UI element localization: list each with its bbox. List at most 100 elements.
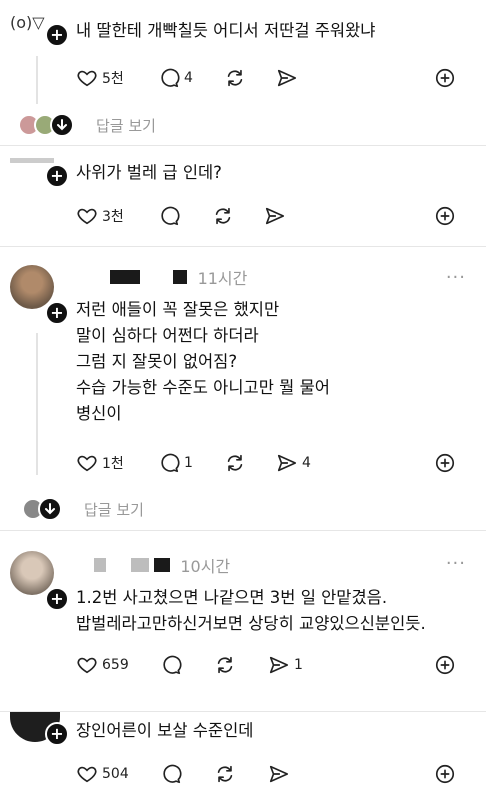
like-button[interactable]: 3천 bbox=[76, 204, 124, 228]
like-button[interactable]: 5천 bbox=[76, 66, 124, 90]
follow-plus-icon[interactable]: + bbox=[45, 164, 69, 188]
repost-button[interactable] bbox=[214, 653, 240, 677]
quote-add-button[interactable] bbox=[434, 653, 456, 677]
plus-circle-icon bbox=[435, 68, 455, 88]
like-button[interactable]: 659 bbox=[76, 653, 129, 677]
comment-post: (o)▽ + 내 딸한테 개빡칠듯 어디서 저딴걸 주워왔냐 5천 4 답글 보… bbox=[0, 0, 486, 145]
avatar[interactable] bbox=[10, 265, 54, 309]
send-icon bbox=[277, 454, 297, 472]
view-replies-label: 답글 보기 bbox=[96, 116, 156, 135]
follow-plus-icon[interactable]: + bbox=[45, 722, 69, 746]
plus-circle-icon bbox=[435, 453, 455, 473]
comment-post: + 11시간 ··· 저런 애들이 꼭 잘못은 했지만 말이 심하다 어쩐다 하… bbox=[0, 247, 486, 530]
action-bar: 504 bbox=[76, 762, 476, 786]
heart-icon bbox=[77, 455, 97, 472]
quote-add-button[interactable] bbox=[434, 204, 456, 228]
share-button[interactable]: 4 bbox=[276, 451, 311, 475]
comment-button[interactable]: 4 bbox=[158, 66, 193, 90]
redacted-badge bbox=[153, 558, 170, 572]
comment-bubble-icon bbox=[161, 206, 180, 226]
comment-text: 내 딸한테 개빡칠듯 어디서 저딴걸 주워왔냐 bbox=[76, 21, 376, 40]
svg-text:(o)▽: (o)▽ bbox=[10, 13, 45, 32]
quote-add-button[interactable] bbox=[434, 66, 456, 90]
comment-button[interactable] bbox=[160, 653, 186, 677]
quote-add-button[interactable] bbox=[434, 762, 456, 786]
share-count: 4 bbox=[302, 455, 311, 471]
comment-bubble-icon bbox=[163, 655, 182, 675]
redacted-badge bbox=[172, 270, 187, 284]
redacted-username bbox=[130, 558, 149, 572]
plus-circle-icon bbox=[435, 764, 455, 784]
like-button[interactable]: 1천 bbox=[76, 451, 124, 475]
thread-line bbox=[36, 333, 38, 475]
action-bar: 1천 1 4 bbox=[76, 451, 476, 475]
comment-text: 저런 애들이 꼭 잘못은 했지만 말이 심하다 어쩐다 하더라 그럼 지 잘못이… bbox=[76, 300, 330, 423]
repost-icon bbox=[227, 69, 243, 87]
author-line: 10시간 bbox=[76, 553, 230, 577]
like-count: 504 bbox=[102, 766, 129, 782]
like-count: 1천 bbox=[102, 456, 124, 472]
comment-post: + 사위가 벌레 급 인데? 3천 bbox=[0, 146, 486, 246]
repost-button[interactable] bbox=[224, 451, 250, 475]
comment-button[interactable] bbox=[160, 762, 186, 786]
comment-text: 장인어른이 보살 수준인데 bbox=[76, 721, 254, 740]
timestamp: 10시간 bbox=[180, 557, 231, 576]
plus-circle-icon bbox=[435, 655, 455, 675]
follow-plus-icon[interactable]: + bbox=[45, 301, 69, 325]
like-count: 5천 bbox=[102, 71, 124, 87]
timestamp: 11시간 bbox=[197, 269, 248, 288]
view-replies-button[interactable]: 답글 보기 bbox=[18, 497, 144, 521]
comment-button[interactable] bbox=[158, 204, 184, 228]
repost-icon bbox=[217, 656, 233, 674]
comment-count: 1 bbox=[184, 455, 193, 471]
view-replies-label: 답글 보기 bbox=[84, 500, 144, 519]
action-bar: 659 1 bbox=[76, 653, 476, 677]
follow-plus-icon[interactable]: + bbox=[45, 587, 69, 611]
share-button[interactable] bbox=[268, 762, 294, 786]
comment-post: + 장인어른이 보살 수준인데 504 bbox=[0, 712, 486, 806]
redacted-username bbox=[110, 270, 140, 284]
plus-circle-icon bbox=[435, 206, 455, 226]
comment-button[interactable]: 1 bbox=[158, 451, 193, 475]
repost-button[interactable] bbox=[214, 762, 240, 786]
share-button[interactable] bbox=[264, 204, 290, 228]
send-icon bbox=[269, 765, 289, 783]
view-replies-button[interactable]: 답글 보기 bbox=[18, 113, 156, 137]
heart-icon bbox=[77, 766, 97, 783]
more-options-button[interactable]: ··· bbox=[446, 267, 466, 288]
more-options-button[interactable]: ··· bbox=[446, 553, 466, 574]
arrow-down-icon bbox=[38, 497, 62, 521]
share-button[interactable] bbox=[276, 66, 302, 90]
action-bar: 3천 bbox=[76, 204, 476, 228]
comment-post: + 10시간 ··· 1.2번 사고쳤으면 나같으면 3번 일 안맡겼음. 밥벌… bbox=[0, 531, 486, 711]
repost-icon bbox=[217, 765, 233, 783]
send-icon bbox=[277, 69, 297, 87]
send-icon bbox=[265, 207, 285, 225]
like-count: 3천 bbox=[102, 209, 124, 225]
heart-icon bbox=[77, 208, 97, 225]
arrow-down-icon bbox=[50, 113, 74, 137]
send-icon bbox=[269, 656, 289, 674]
comment-bubble-icon bbox=[161, 68, 180, 88]
repost-button[interactable] bbox=[224, 66, 250, 90]
quote-add-button[interactable] bbox=[434, 451, 456, 475]
thread-line bbox=[36, 56, 38, 104]
follow-plus-icon[interactable]: + bbox=[45, 23, 69, 47]
share-button[interactable]: 1 bbox=[268, 653, 303, 677]
repost-icon bbox=[215, 207, 231, 225]
comment-bubble-icon bbox=[161, 453, 180, 473]
heart-icon bbox=[77, 70, 97, 87]
heart-icon bbox=[77, 657, 97, 674]
share-count: 1 bbox=[294, 657, 303, 673]
repost-button[interactable] bbox=[212, 204, 238, 228]
like-button[interactable]: 504 bbox=[76, 762, 129, 786]
comment-bubble-icon bbox=[163, 764, 182, 784]
comment-text: 사위가 벌레 급 인데? bbox=[76, 163, 222, 182]
author-line: 11시간 bbox=[76, 265, 247, 289]
comment-text: 1.2번 사고쳤으면 나같으면 3번 일 안맡겼음. 밥벌레라고만하신거보면 상… bbox=[76, 588, 426, 633]
repost-icon bbox=[227, 454, 243, 472]
action-bar: 5천 4 bbox=[76, 66, 476, 90]
comment-count: 4 bbox=[184, 70, 193, 86]
redacted-username bbox=[94, 558, 106, 572]
avatar[interactable] bbox=[10, 551, 54, 595]
